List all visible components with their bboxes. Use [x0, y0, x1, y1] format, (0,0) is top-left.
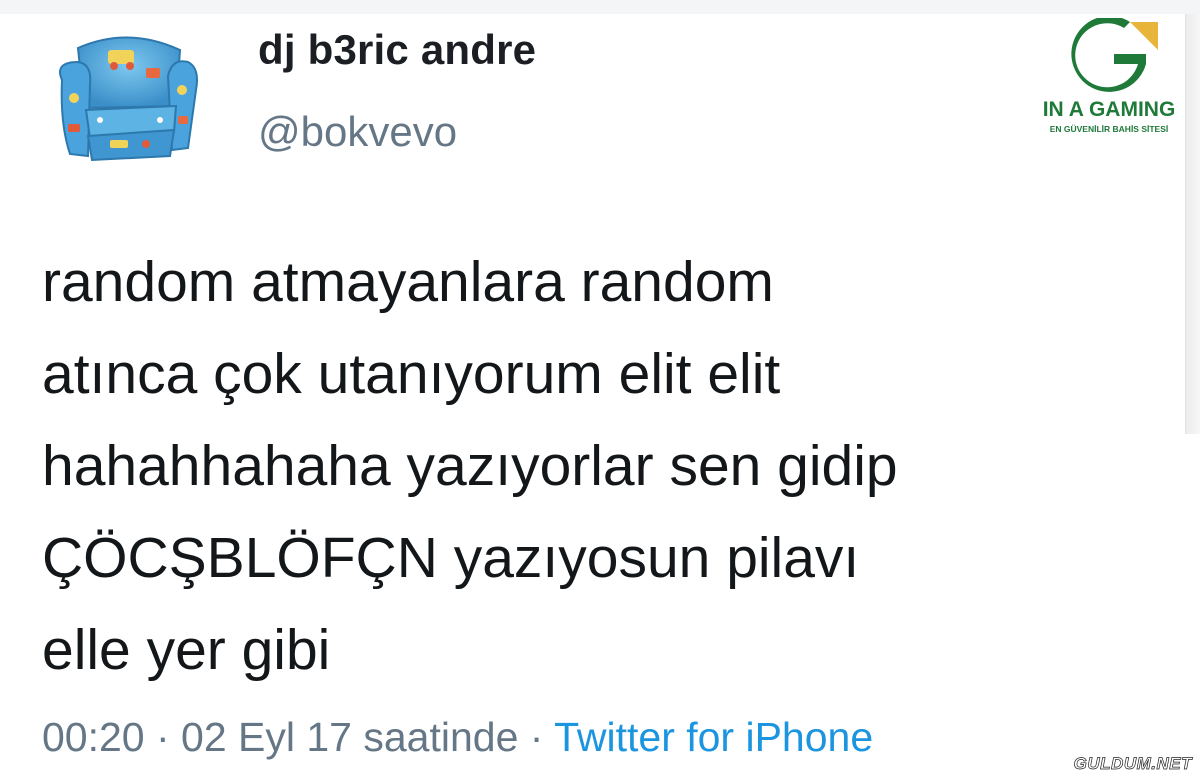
- tweet-text-line: ÇÖCŞBLÖFÇN yazıyosun pilavı: [42, 526, 860, 590]
- toy-armchair-avatar-icon: [59, 36, 198, 162]
- ina-gaming-logo-icon: [1071, 15, 1158, 92]
- watermark-title: IN A GAMING: [1042, 98, 1176, 121]
- tweet-timestamp[interactable]: 00:20 · 02 Eyl 17 saatinde: [42, 714, 518, 760]
- tweet-text: random atmayanlara random atınca çok uta…: [42, 236, 1152, 696]
- ina-gaming-watermark: IN A GAMING EN GÜVENİLİR BAHİS SİTESİ: [1034, 15, 1184, 148]
- user-handle[interactable]: @bokvevo: [258, 108, 457, 156]
- top-edge-strip: [0, 0, 1200, 14]
- tweet-text-line: atınca çok utanıyorum elit elit: [42, 342, 781, 406]
- meta-separator: ·: [529, 714, 544, 760]
- watermark-subtitle: EN GÜVENİLİR BAHİS SİTESİ: [1049, 124, 1169, 134]
- tweet-screenshot: dj b3ric andre @bokvevo IN A GAMING EN G…: [0, 0, 1200, 779]
- guldum-site-watermark: GULDUM.NET: [1069, 753, 1196, 775]
- tweet-text-line: elle yer gibi: [42, 618, 331, 682]
- tweet-source-link[interactable]: Twitter for iPhone: [554, 714, 873, 760]
- right-edge-scroll-shadow: [1185, 14, 1200, 434]
- display-name[interactable]: dj b3ric andre: [258, 26, 536, 74]
- tweet-meta: 00:20 · 02 Eyl 17 saatinde · Twitter for…: [42, 714, 873, 761]
- user-avatar[interactable]: [48, 28, 208, 166]
- tweet-text-line: random atmayanlara random: [42, 250, 774, 314]
- tweet-text-line: hahahhahaha yazıyorlar sen gidip: [42, 434, 898, 498]
